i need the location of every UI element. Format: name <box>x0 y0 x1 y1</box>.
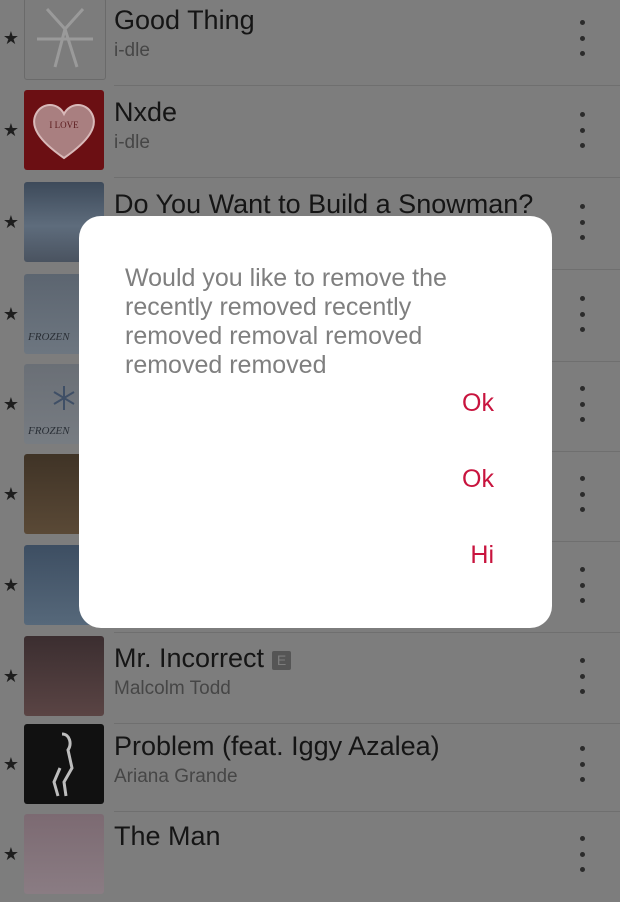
more-vertical-icon[interactable] <box>570 476 594 512</box>
song-title: Problem (feat. Iggy Azalea) <box>114 731 440 761</box>
song-row-the-man[interactable]: ★ The Man <box>0 812 620 902</box>
star-icon[interactable]: ★ <box>2 212 20 232</box>
song-title: Good Thing <box>114 5 255 35</box>
more-vertical-icon[interactable] <box>570 746 594 782</box>
song-artist: Ariana Grande <box>114 766 238 787</box>
more-vertical-icon[interactable] <box>570 386 594 422</box>
song-artist: i-dle <box>114 40 150 61</box>
row-divider <box>114 177 620 178</box>
song-artist: i-dle <box>114 132 150 153</box>
star-icon[interactable]: ★ <box>2 120 20 140</box>
frozen-artwork-text: FROZEN <box>27 331 70 343</box>
song-row-problem[interactable]: ★ Problem (feat. Iggy Azalea) Ariana Gra… <box>0 722 620 812</box>
nxde-artwork: I LOVE <box>24 90 104 170</box>
star-icon[interactable]: ★ <box>2 666 20 686</box>
star-icon[interactable]: ★ <box>2 304 20 324</box>
row-divider <box>114 85 620 86</box>
dialog-message: Would you like to remove the recently re… <box>125 264 447 379</box>
more-vertical-icon[interactable] <box>570 20 594 56</box>
explicit-badge: E <box>272 651 292 670</box>
frozen-artwork-text: FROZEN <box>27 425 70 437</box>
hi-button[interactable]: Hi <box>470 540 494 570</box>
ok-button-secondary[interactable]: Ok <box>462 464 494 494</box>
alert-dialog: Would you like to remove the recently re… <box>79 216 552 628</box>
star-icon[interactable]: ★ <box>2 844 20 864</box>
mr-incorrect-artwork <box>24 636 104 716</box>
song-row-good-thing[interactable]: ★ Good Thing i-dle <box>0 0 620 86</box>
problem-artwork <box>24 724 104 804</box>
row-divider <box>114 632 620 633</box>
star-icon[interactable]: ★ <box>2 394 20 414</box>
star-icon[interactable]: ★ <box>2 754 20 774</box>
the-man-artwork <box>24 814 104 894</box>
star-icon[interactable]: ★ <box>2 575 20 595</box>
good-thing-artwork <box>24 0 106 80</box>
star-icon[interactable]: ★ <box>2 28 20 48</box>
more-vertical-icon[interactable] <box>570 567 594 603</box>
song-artist: Malcolm Todd <box>114 678 231 699</box>
more-vertical-icon[interactable] <box>570 658 594 694</box>
more-vertical-icon[interactable] <box>570 112 594 148</box>
song-title: Mr. Incorrect E <box>114 642 292 674</box>
song-row-nxde[interactable]: ★ I LOVE Nxde i-dle <box>0 88 620 178</box>
song-title: Nxde <box>114 97 178 127</box>
ok-button[interactable]: Ok <box>462 388 494 418</box>
more-vertical-icon[interactable] <box>570 836 594 872</box>
more-vertical-icon[interactable] <box>570 204 594 240</box>
song-row-mr-incorrect[interactable]: ★ Mr. Incorrect E Malcolm Todd <box>0 634 620 724</box>
nxde-artwork-text: I LOVE <box>49 120 79 130</box>
song-title: The Man <box>114 821 221 851</box>
more-vertical-icon[interactable] <box>570 296 594 332</box>
star-icon[interactable]: ★ <box>2 484 20 504</box>
